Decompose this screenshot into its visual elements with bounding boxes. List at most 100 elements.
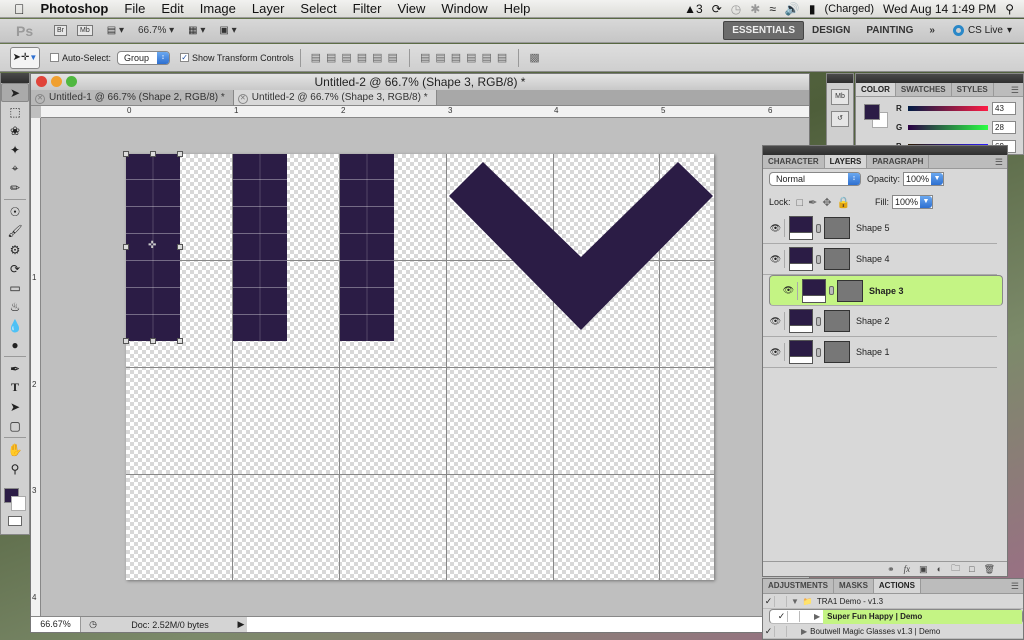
adobe-updater-icon[interactable]: ▲3 (684, 2, 703, 16)
lasso-tool-icon[interactable]: ❀ (1, 121, 29, 140)
link-icon[interactable] (816, 254, 821, 264)
tab-color[interactable]: COLOR (856, 83, 896, 96)
vector-mask-thumbnail[interactable] (824, 310, 850, 332)
layer-name[interactable]: Shape 2 (856, 316, 890, 326)
bridge-button[interactable]: Br (54, 25, 67, 36)
transform-handle[interactable] (123, 151, 129, 157)
transform-handle[interactable] (123, 244, 129, 250)
panel-header[interactable] (856, 74, 1023, 83)
toggle-checkbox[interactable]: ✓ (763, 625, 775, 637)
crop-tool-icon[interactable]: ⌖ (1, 159, 29, 178)
mini-bridge-icon[interactable]: Mb (831, 89, 849, 105)
panel-menu-icon[interactable]: ☰ (1011, 83, 1023, 96)
shape-3-bar[interactable] (340, 154, 394, 341)
layer-thumbnail[interactable] (789, 247, 813, 271)
auto-select-checkbox[interactable] (50, 53, 59, 62)
lock-options[interactable]: □✒✥🔒 (797, 196, 856, 209)
zoom-tool-icon[interactable]: ⚲ (1, 459, 29, 478)
opacity-input[interactable]: 100% ▼ (903, 172, 945, 186)
eraser-tool-icon[interactable]: ▭ (1, 278, 29, 297)
link-icon[interactable] (816, 223, 821, 233)
tab-adjustments[interactable]: ADJUSTMENTS (763, 579, 835, 593)
dialog-toggle[interactable] (775, 595, 787, 607)
history-icon[interactable]: ↺ (831, 111, 849, 127)
close-window-button[interactable] (36, 76, 47, 87)
add-mask-icon[interactable]: ▣ (919, 564, 928, 575)
close-tab-icon[interactable]: ✕ (35, 94, 45, 104)
menu-layer[interactable]: Layer (244, 0, 293, 18)
magic-wand-tool-icon[interactable]: ✦ (1, 140, 29, 159)
layer-style-icon[interactable]: fx (904, 564, 911, 574)
spot-healing-tool-icon[interactable]: ☉ (1, 202, 29, 221)
transform-handle[interactable] (123, 338, 129, 344)
dropdown-arrow-icon[interactable]: ▼ (920, 196, 932, 208)
vector-mask-thumbnail[interactable] (824, 248, 850, 270)
scrollbar-horizontal[interactable] (247, 617, 809, 632)
tab-untitled-1[interactable]: ✕ Untitled-1 @ 66.7% (Shape 2, RGB/8) * (31, 90, 234, 105)
layer-thumbnail[interactable] (789, 216, 813, 240)
transform-handle[interactable] (177, 244, 183, 250)
hand-tool-icon[interactable]: ✋ (1, 440, 29, 459)
toggle-checkbox[interactable]: ✓ (763, 595, 775, 607)
adjustment-layer-icon[interactable]: ◐ (937, 564, 942, 574)
toggle-checkbox[interactable]: ✓ (776, 611, 788, 622)
mini-bridge-button[interactable]: Mb (77, 25, 93, 36)
vector-mask-thumbnail[interactable] (824, 341, 850, 363)
visibility-eye-icon[interactable]: 👁 (767, 343, 785, 361)
apple-menu-icon[interactable]:  (0, 1, 33, 17)
blend-mode-select[interactable]: Normal ↕ (769, 172, 861, 186)
clock[interactable]: Wed Aug 14 1:49 PM (883, 2, 996, 16)
battery-icon[interactable]: ▮ (809, 2, 816, 16)
menu-select[interactable]: Select (292, 0, 344, 18)
shape-4[interactable] (449, 162, 581, 330)
panel-header[interactable] (763, 146, 1007, 155)
distribute-buttons[interactable]: ▤▤▤▤▤▤ (420, 51, 512, 64)
red-slider[interactable] (908, 106, 988, 111)
dock-header[interactable] (827, 74, 853, 83)
tab-swatches[interactable]: SWATCHES (896, 83, 952, 96)
sync-icon[interactable]: ⟳ (712, 2, 722, 16)
history-brush-tool-icon[interactable]: ⟳ (1, 259, 29, 278)
move-tool-icon[interactable]: ➤ (1, 83, 29, 102)
visibility-eye-icon[interactable]: 👁 (780, 281, 798, 300)
tab-character[interactable]: CHARACTER (763, 155, 825, 168)
reference-point-icon[interactable]: ✜ (148, 240, 156, 251)
vector-mask-thumbnail[interactable] (824, 217, 850, 239)
clone-stamp-tool-icon[interactable]: ⚙ (1, 240, 29, 259)
align-buttons[interactable]: ▤▤▤▤▤▤ (311, 51, 403, 64)
tool-preset-picker[interactable]: ➤✛ ▼ (10, 46, 40, 69)
menu-window[interactable]: Window (433, 0, 495, 18)
zoom-window-button[interactable] (66, 76, 77, 87)
action-row[interactable]: ✓ ▶ Boutwell Magic Glasses v1.3 | Demo (763, 624, 1023, 639)
dialog-toggle[interactable] (775, 625, 787, 637)
view-extras-dropdown[interactable]: ▤ ▾ (107, 25, 124, 36)
fill-input[interactable]: 100% ▼ (891, 195, 933, 209)
tab-actions[interactable]: ACTIONS (873, 579, 921, 593)
layer-name[interactable]: Shape 1 (856, 347, 890, 357)
visibility-eye-icon[interactable]: 👁 (767, 219, 785, 237)
chevron-shapes[interactable] (446, 154, 714, 334)
panel-menu-icon[interactable]: ☰ (995, 155, 1007, 168)
zoom-level-dropdown[interactable]: 66.7% ▾ (138, 25, 174, 36)
arrange-documents-dropdown[interactable]: ▦ ▾ (188, 25, 205, 36)
layer-row[interactable]: 👁 Shape 5 (763, 213, 997, 244)
workspace-essentials[interactable]: ESSENTIALS (723, 21, 804, 40)
menu-file[interactable]: File (116, 0, 153, 18)
link-icon[interactable] (816, 347, 821, 357)
path-selection-tool-icon[interactable]: ➤ (1, 397, 29, 416)
transform-handle[interactable] (150, 338, 156, 344)
document-titlebar[interactable]: Untitled-2 @ 66.7% (Shape 3, RGB/8) * (31, 74, 809, 90)
pen-tool-icon[interactable]: ✒ (1, 359, 29, 378)
paint-bucket-tool-icon[interactable]: ♨ (1, 297, 29, 316)
workspace-design[interactable]: DESIGN (804, 22, 858, 39)
status-icon[interactable]: ◷ (81, 619, 105, 630)
vertical-ruler[interactable]: 1 2 3 4 (31, 118, 41, 616)
cs-live-button[interactable]: CS Live ▾ (952, 25, 1012, 36)
expand-triangle-icon[interactable]: ▼ (791, 597, 799, 606)
red-value-input[interactable]: 43 (992, 102, 1016, 115)
link-layers-icon[interactable]: ⚭ (887, 564, 895, 575)
menu-edit[interactable]: Edit (153, 0, 191, 18)
horizontal-ruler[interactable]: 0 1 2 3 4 5 6 (41, 106, 809, 118)
layer-row[interactable]: 👁 Shape 1 (763, 337, 997, 368)
layer-row-selected[interactable]: 👁 Shape 3 (769, 275, 1003, 306)
